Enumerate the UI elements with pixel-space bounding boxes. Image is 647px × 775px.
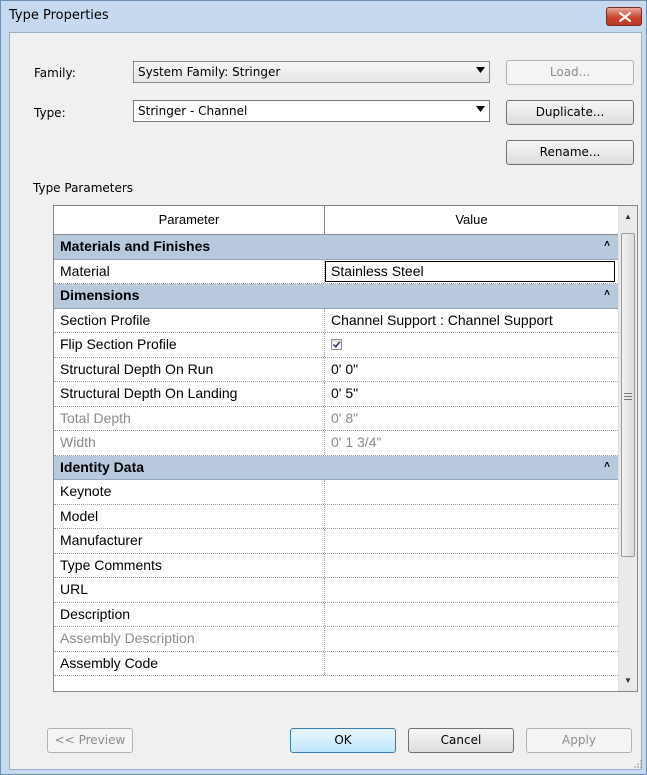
param-name: Total Depth — [54, 406, 325, 430]
close-icon — [619, 12, 631, 22]
table-row[interactable]: Description — [54, 602, 618, 627]
parameter-rows: Materials and Finishes ˄ Material Stainl… — [54, 235, 618, 676]
param-name: Model — [54, 504, 325, 528]
group-label: Identity Data — [60, 458, 145, 475]
param-value[interactable]: 0' 0" — [325, 358, 618, 382]
chevron-down-icon — [476, 67, 485, 73]
param-name: Structural Depth On Run — [54, 357, 325, 381]
collapse-icon[interactable]: ˄ — [604, 239, 610, 250]
column-header-parameter[interactable]: Parameter — [54, 206, 325, 235]
table-row[interactable]: Model — [54, 504, 618, 529]
param-name: Structural Depth On Landing — [54, 382, 325, 406]
apply-button[interactable]: Apply — [526, 728, 632, 753]
table-row: Width 0' 1 3/4" — [54, 431, 618, 456]
param-value[interactable]: 0' 5" — [325, 382, 618, 406]
resize-grip-icon[interactable] — [633, 759, 643, 769]
table-row[interactable]: Structural Depth On Run 0' 0" — [54, 357, 618, 382]
table-row[interactable]: Manufacturer — [54, 529, 618, 554]
param-name: URL — [54, 578, 325, 602]
param-value[interactable] — [325, 578, 618, 602]
type-properties-window: Type Properties Family: System Family: S… — [0, 0, 647, 775]
param-value[interactable] — [325, 505, 618, 529]
table-row[interactable]: Assembly Code — [54, 651, 618, 676]
table-row: Total Depth 0' 8" — [54, 406, 618, 431]
type-label: Type: — [34, 106, 66, 120]
param-value[interactable] — [325, 603, 618, 627]
column-header-value[interactable]: Value — [325, 206, 618, 235]
param-name: Assembly Description — [54, 627, 325, 651]
family-label: Family: — [34, 66, 76, 80]
param-name: Assembly Code — [54, 651, 325, 675]
type-value: Stringer - Channel — [138, 104, 248, 118]
table-row[interactable]: URL — [54, 578, 618, 603]
table-row[interactable]: Structural Depth On Landing 0' 5" — [54, 382, 618, 407]
close-button[interactable] — [606, 7, 642, 26]
table-row[interactable]: Keynote — [54, 480, 618, 505]
scrollbar-thumb[interactable] — [621, 233, 635, 557]
param-value[interactable]: Channel Support : Channel Support — [325, 309, 618, 333]
grip-icon — [624, 393, 632, 400]
title-bar[interactable]: Type Properties — [1, 1, 646, 32]
collapse-icon[interactable]: ˄ — [604, 288, 610, 299]
scroll-down-icon[interactable]: ▼ — [624, 676, 632, 685]
checkmark-icon — [332, 341, 341, 349]
cancel-button[interactable]: Cancel — [408, 728, 514, 753]
family-value: System Family: Stringer — [138, 65, 281, 79]
table-row[interactable]: Material Stainless Steel — [54, 259, 618, 284]
flip-section-profile-checkbox[interactable] — [331, 339, 342, 350]
group-identity-data[interactable]: Identity Data ˄ — [54, 455, 618, 480]
param-value[interactable] — [325, 480, 618, 504]
param-name: Section Profile — [54, 308, 325, 332]
type-dropdown[interactable]: Stringer - Channel — [133, 100, 490, 122]
param-name: Keynote — [54, 480, 325, 504]
ok-button[interactable]: OK — [290, 728, 396, 753]
table-row[interactable]: Flip Section Profile — [54, 333, 618, 358]
param-name: Material — [54, 259, 325, 283]
duplicate-button[interactable]: Duplicate... — [506, 100, 634, 125]
material-value-field[interactable]: Stainless Steel — [325, 260, 615, 282]
group-dimensions[interactable]: Dimensions ˄ — [54, 284, 618, 309]
table-row[interactable]: Section Profile Channel Support : Channe… — [54, 308, 618, 333]
param-name: Flip Section Profile — [54, 333, 325, 357]
rename-button[interactable]: Rename... — [506, 140, 634, 165]
load-button[interactable]: Load... — [506, 60, 634, 85]
param-value[interactable] — [325, 652, 618, 676]
param-name: Manufacturer — [54, 529, 325, 553]
param-name: Description — [54, 602, 325, 626]
param-value: 0' 1 3/4" — [331, 434, 382, 450]
collapse-icon[interactable]: ˄ — [604, 460, 610, 471]
table-row[interactable]: Type Comments — [54, 553, 618, 578]
type-parameters-label: Type Parameters — [33, 181, 134, 195]
window-title: Type Properties — [9, 8, 109, 23]
table-row: Assembly Description — [54, 627, 618, 652]
vertical-scrollbar[interactable]: ▲ ▼ — [618, 206, 637, 691]
group-label: Dimensions — [60, 287, 140, 303]
preview-button[interactable]: << Preview — [47, 728, 133, 753]
scroll-up-icon[interactable]: ▲ — [624, 212, 632, 221]
family-dropdown[interactable]: System Family: Stringer — [133, 61, 490, 83]
group-label: Materials and Finishes — [60, 238, 211, 254]
group-materials-and-finishes[interactable]: Materials and Finishes ˄ — [54, 235, 618, 260]
param-name: Type Comments — [54, 553, 325, 577]
param-value[interactable] — [325, 529, 618, 553]
param-value: 0' 8" — [331, 409, 359, 426]
param-value[interactable] — [325, 554, 618, 578]
chevron-down-icon — [476, 106, 485, 112]
param-name: Width — [54, 431, 325, 455]
param-value — [325, 627, 618, 651]
parameter-grid: Parameter Value Materials and Finishes ˄… — [53, 205, 638, 692]
